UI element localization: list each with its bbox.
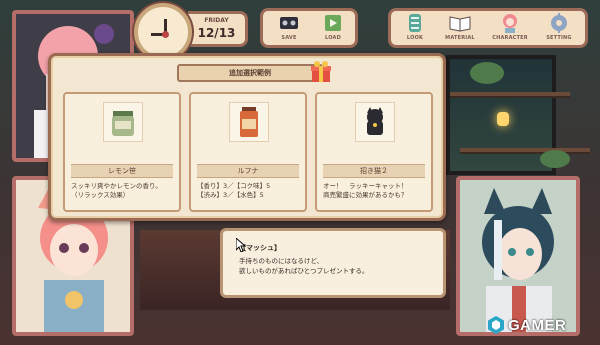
card-image: [229, 102, 269, 142]
gamer-logo-icon: [488, 316, 504, 334]
load-button[interactable]: LOAD: [315, 13, 351, 47]
game-menu: LOOK MATERIAL CHARACTER SETTING: [388, 8, 588, 48]
load-label: LOAD: [325, 35, 341, 41]
card-desc-line: 【渋み】3／【水色】5: [197, 191, 264, 199]
setting-button[interactable]: SETTING: [541, 13, 577, 47]
load-icon: [325, 15, 341, 31]
lucky-cat-icon: [367, 107, 383, 135]
mash-portrait: [456, 176, 580, 336]
mouse-cursor-icon: [236, 238, 246, 252]
card-description: オー！ ラッキーキャット！ 商売繁盛に効果があるかも？: [323, 182, 427, 200]
top-hud: FRIDAY 12/13 SAVE LOAD LOOK MATERIAL CHA…: [0, 0, 600, 61]
watermark-text: GAMER: [508, 317, 567, 334]
setting-label: SETTING: [546, 35, 572, 41]
wall-shelf: [460, 148, 590, 154]
date-panel: FRIDAY 12/13: [188, 11, 248, 47]
material-label: MATERIAL: [445, 35, 475, 41]
card-desc-line: 商売繁盛に効果があるかも？: [323, 191, 408, 199]
character-label: CHARACTER: [492, 35, 528, 41]
lamp: [497, 112, 509, 126]
card-description: 【香り】3／【コク味】5 【渋み】3／【水色】5: [197, 182, 301, 200]
book-icon: [449, 16, 471, 32]
date-label: 12/13: [197, 26, 236, 40]
card-image: [103, 102, 143, 142]
hanging-plant: [470, 62, 504, 84]
clock-pin: [162, 31, 169, 38]
gift-card-ruhuna[interactable]: ルフナ 【香り】3／【コク味】5 【渋み】3／【水色】5: [189, 92, 307, 212]
dialogue-box[interactable]: 【マッシュ】 手持ちのものにはなるけど、 欲しいものがあればひとつプレゼントする…: [220, 228, 446, 298]
panel-title: 追加選択範例: [177, 64, 323, 82]
system-menu: SAVE LOAD: [260, 8, 358, 48]
dialogue-text: 手持ちのものにはなるけど、 欲しいものがあればひとつプレゼントする。: [239, 256, 433, 276]
look-button[interactable]: LOOK: [397, 13, 433, 47]
card-desc-line: 【香り】3／【コク味】5: [197, 182, 271, 190]
weekday-label: FRIDAY: [204, 17, 229, 24]
shelf-plant: [540, 150, 570, 168]
gift-select-panel: 追加選択範例 レモン笹 スッキリ爽やかレモンの香り。 （リラックス効果） ルフナ…: [48, 53, 446, 221]
gift-card-lemon[interactable]: レモン笹 スッキリ爽やかレモンの香り。 （リラックス効果）: [63, 92, 181, 212]
gift-card-lucky-cat[interactable]: 招き猫２ オー！ ラッキーキャット！ 商売繁盛に効果があるかも？: [315, 92, 433, 212]
character-button[interactable]: CHARACTER: [487, 13, 533, 47]
look-icon: [409, 14, 421, 32]
card-name: 招き猫２: [323, 164, 425, 178]
card-image: [355, 102, 395, 142]
card-desc-line: オー！ ラッキーキャット！: [323, 182, 408, 190]
wall-shelf: [450, 92, 570, 98]
card-description: スッキリ爽やかレモンの香り。 （リラックス効果）: [71, 182, 175, 200]
save-label: SAVE: [281, 35, 297, 41]
jar-icon: [112, 111, 134, 136]
material-button[interactable]: MATERIAL: [439, 13, 481, 47]
character-icon: [503, 14, 517, 33]
gift-icon: [311, 61, 331, 82]
card-desc-line: （リラックス効果）: [71, 191, 130, 199]
dialogue-line: 手持ちのものにはなるけど、: [239, 257, 324, 265]
look-label: LOOK: [406, 35, 424, 41]
mash-character-art: [460, 180, 576, 332]
save-icon: [280, 17, 298, 29]
tea-can-icon: [240, 107, 258, 137]
card-name: ルフナ: [197, 164, 299, 178]
dialogue-line: 欲しいものがあればひとつプレゼントする。: [239, 267, 369, 275]
gear-icon: [551, 13, 567, 33]
gamer-watermark: GAMER: [484, 314, 596, 336]
card-desc-line: スッキリ爽やかレモンの香り。: [71, 182, 162, 190]
card-name: レモン笹: [71, 164, 173, 178]
save-button[interactable]: SAVE: [271, 13, 307, 47]
